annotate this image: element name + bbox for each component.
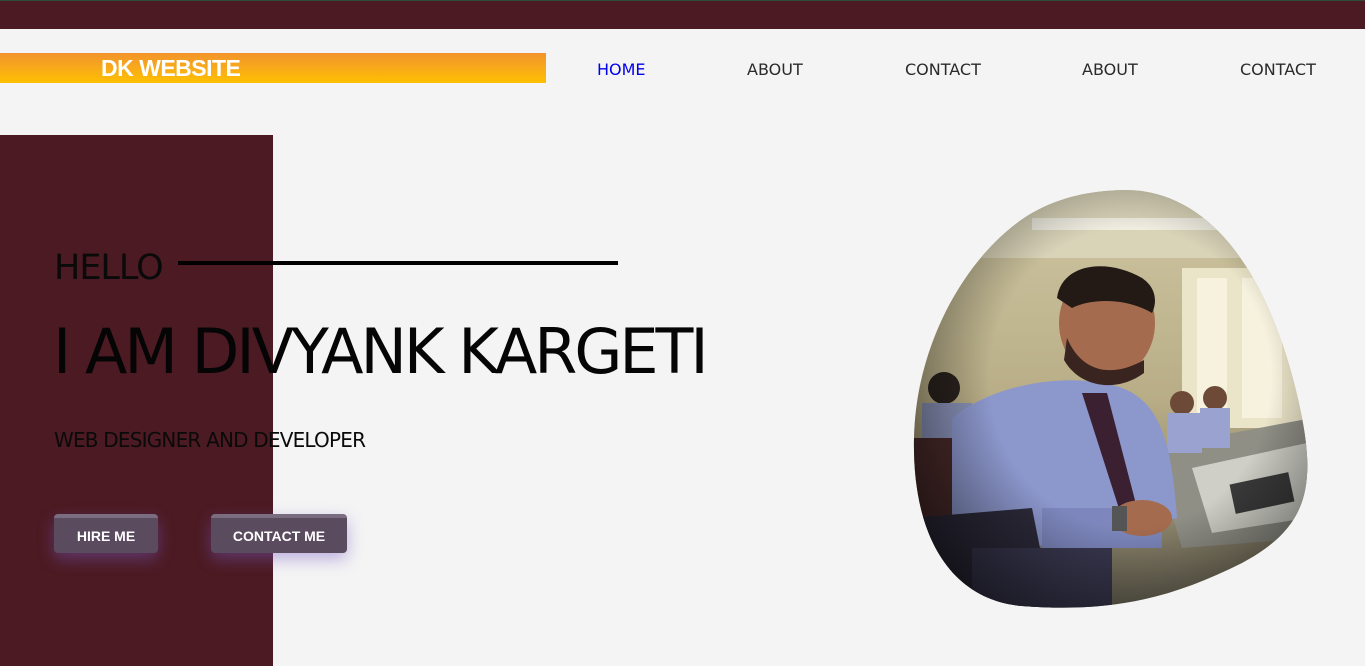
nav-about-2[interactable]: ABOUT: [1082, 60, 1138, 80]
hire-me-button[interactable]: HIRE ME: [54, 514, 158, 553]
hero-name: I AM DIVYANK KARGETI: [53, 315, 709, 388]
nav-contact-2[interactable]: CONTACT: [1240, 60, 1316, 80]
nav-about[interactable]: ABOUT: [747, 60, 803, 80]
profile-photo: [913, 189, 1308, 608]
top-bar: [0, 0, 1365, 29]
nav-home[interactable]: HOME: [597, 60, 646, 80]
nav-contact[interactable]: CONTACT: [905, 60, 981, 80]
brand-logo-text[interactable]: DK WEBSITE: [101, 55, 241, 81]
greeting-underline: [178, 261, 618, 265]
contact-me-button[interactable]: CONTACT ME: [211, 514, 347, 553]
brand-banner: [0, 53, 546, 83]
hero-tagline: WEB DESIGNER AND DEVELOPER: [54, 428, 366, 452]
hero-accent-block: [0, 135, 273, 666]
hero-greeting: HELLO: [54, 248, 164, 288]
